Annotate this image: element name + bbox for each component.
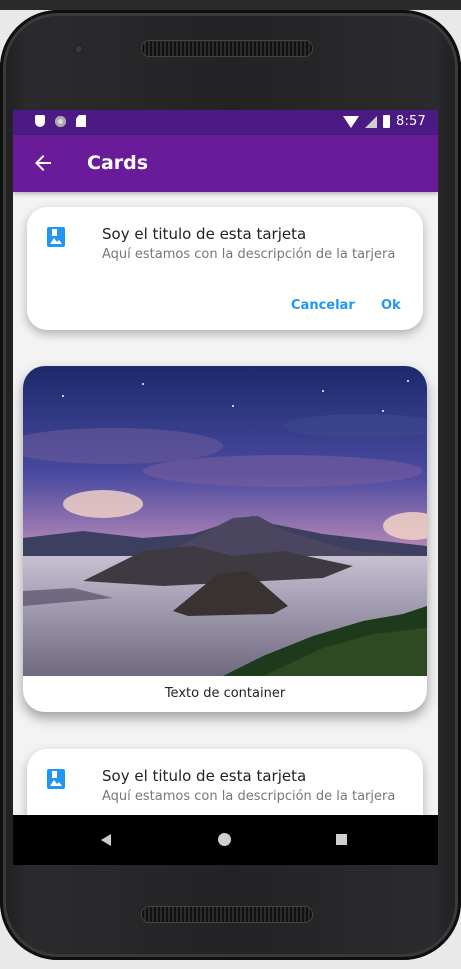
app-bar: Cards xyxy=(13,135,438,192)
recents-square-icon[interactable] xyxy=(336,834,347,845)
cell-signal-icon xyxy=(365,115,377,128)
cards-list[interactable]: Soy el titulo de esta tarjeta Aquí estam… xyxy=(13,192,438,815)
device-screen: 8:57 Cards Soy el titulo de esta tarjeta… xyxy=(13,110,438,865)
page-title: Cards xyxy=(87,152,149,174)
card-subtitle: Aquí estamos con la descripción de la ta… xyxy=(102,247,396,262)
info-card: Soy el titulo de esta tarjeta Aquí estam… xyxy=(27,207,423,330)
phone-frame: 8:57 Cards Soy el titulo de esta tarjeta… xyxy=(0,10,461,960)
arrow-back-icon xyxy=(35,155,51,171)
home-circle-icon[interactable] xyxy=(218,833,231,846)
battery-icon xyxy=(383,115,390,128)
wifi-icon xyxy=(343,115,359,128)
earpiece-speaker xyxy=(141,40,313,57)
volcano-landscape-image xyxy=(23,366,427,676)
back-button[interactable] xyxy=(31,151,55,175)
system-nav-bar xyxy=(13,815,438,865)
front-camera xyxy=(74,44,84,54)
shield-icon xyxy=(35,115,45,127)
status-bar: 8:57 xyxy=(13,110,438,135)
sd-card-icon xyxy=(76,115,86,127)
info-card: Soy el titulo de esta tarjeta Aquí estam… xyxy=(27,749,423,815)
window-top-strip xyxy=(0,0,461,10)
cancel-button[interactable]: Cancelar xyxy=(291,298,355,313)
photo-album-icon xyxy=(47,769,65,789)
photo-album-icon xyxy=(47,227,65,247)
back-triangle-icon[interactable] xyxy=(101,834,111,846)
card-subtitle: Aquí estamos con la descripción de la ta… xyxy=(102,789,396,804)
circle-icon xyxy=(55,115,66,127)
card-title: Soy el titulo de esta tarjeta xyxy=(102,225,307,243)
card-title: Soy el titulo de esta tarjeta xyxy=(102,767,307,785)
status-time: 8:57 xyxy=(396,114,426,129)
image-card: Texto de container xyxy=(23,366,427,712)
ok-button[interactable]: Ok xyxy=(381,298,401,313)
bottom-speaker xyxy=(141,906,313,923)
image-caption: Texto de container xyxy=(164,686,286,701)
